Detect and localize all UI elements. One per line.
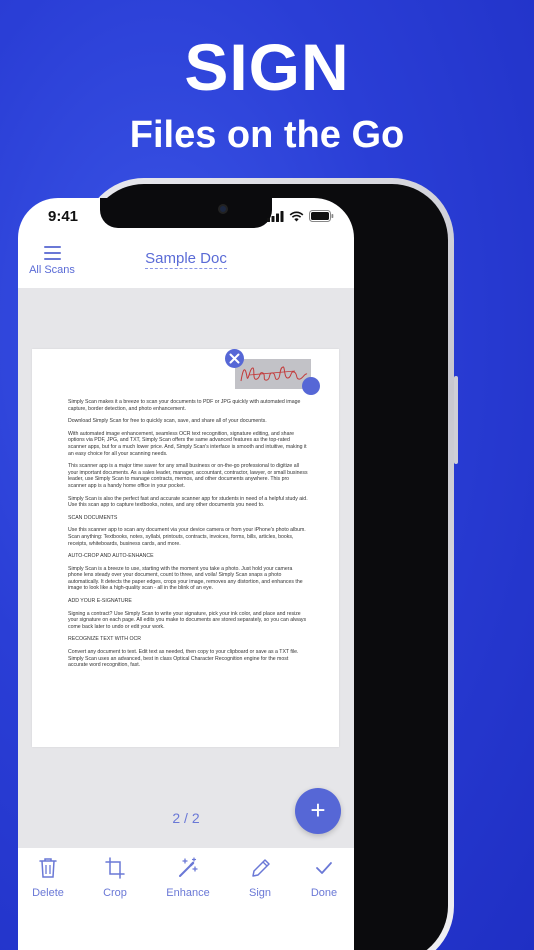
doc-paragraph: Signing a contract? Use Simply Scan to w… — [68, 610, 307, 630]
doc-paragraph: Download Simply Scan for free to quickly… — [68, 418, 267, 425]
document-page: Simply Scan makes it a breeze to scan yo… — [32, 349, 339, 747]
sign-label: Sign — [248, 887, 272, 899]
crop-icon — [105, 857, 125, 879]
doc-heading: ADD YOUR E-SIGNATURE — [68, 598, 132, 605]
delete-label: Delete — [32, 887, 64, 899]
trash-icon — [39, 858, 57, 878]
front-camera — [218, 204, 228, 214]
doc-heading: RECOGNIZE TEXT WITH OCR — [68, 636, 142, 643]
document-text: Simply Scan makes it a breeze to scan yo… — [68, 399, 308, 675]
marketing-subtitle: Files on the Go — [129, 114, 405, 156]
signature-box[interactable] — [235, 359, 311, 389]
remove-signature-button[interactable] — [225, 349, 244, 368]
crop-button[interactable]: Crop — [85, 856, 145, 899]
doc-paragraph: Simply Scan makes it a breeze to scan yo… — [68, 399, 301, 412]
signature-resize-handle[interactable] — [302, 377, 320, 395]
notch — [100, 198, 272, 228]
doc-paragraph: With automated image enhancement, seamle… — [68, 430, 307, 457]
bottom-toolbar: Delete Crop Enhance Sign Done — [18, 848, 354, 950]
checkmark-icon — [316, 862, 332, 874]
close-icon — [229, 353, 240, 364]
sign-button[interactable]: Sign — [230, 856, 290, 899]
enhance-label: Enhance — [166, 887, 210, 899]
done-button[interactable]: Done — [294, 856, 354, 899]
doc-heading: SCAN DOCUMENTS — [68, 514, 118, 521]
doc-paragraph: Use this scanner app to scan any documen… — [68, 527, 306, 547]
handwritten-signature — [240, 366, 308, 382]
document-canvas: Simply Scan makes it a breeze to scan yo… — [18, 288, 354, 848]
doc-paragraph: Simply Scan is also the perfect fast and… — [68, 495, 308, 509]
crop-label: Crop — [103, 887, 127, 899]
marketing-title: SIGN — [184, 30, 350, 104]
power-button — [454, 376, 458, 464]
document-title[interactable]: Sample Doc — [18, 250, 354, 269]
doc-paragraph: Convert any document to text. Edit text … — [68, 649, 299, 669]
status-icons — [267, 210, 334, 222]
magic-wand-icon — [179, 857, 198, 877]
battery-icon — [309, 210, 334, 222]
add-page-button[interactable]: + — [295, 788, 341, 834]
delete-button[interactable]: Delete — [18, 856, 78, 899]
status-time: 9:41 — [48, 208, 79, 225]
enhance-button[interactable]: Enhance — [158, 856, 218, 899]
doc-paragraph: This scanner app is a major time saver f… — [68, 463, 308, 489]
pen-icon — [252, 859, 270, 877]
cellular-signal-icon — [267, 210, 284, 222]
doc-heading: AUTO-CROP AND AUTO-ENHANCE — [68, 553, 154, 560]
phone-screen: 9:41 All Scans Sample Doc Simply Scan ma… — [18, 198, 354, 950]
app-header: All Scans Sample Doc — [18, 240, 354, 288]
status-bar: 9:41 — [18, 198, 354, 240]
document-title-text: Sample Doc — [145, 250, 227, 269]
done-label: Done — [310, 887, 338, 899]
doc-paragraph: Simply Scan is a breeze to use, starting… — [68, 565, 303, 592]
wifi-icon — [289, 211, 304, 221]
